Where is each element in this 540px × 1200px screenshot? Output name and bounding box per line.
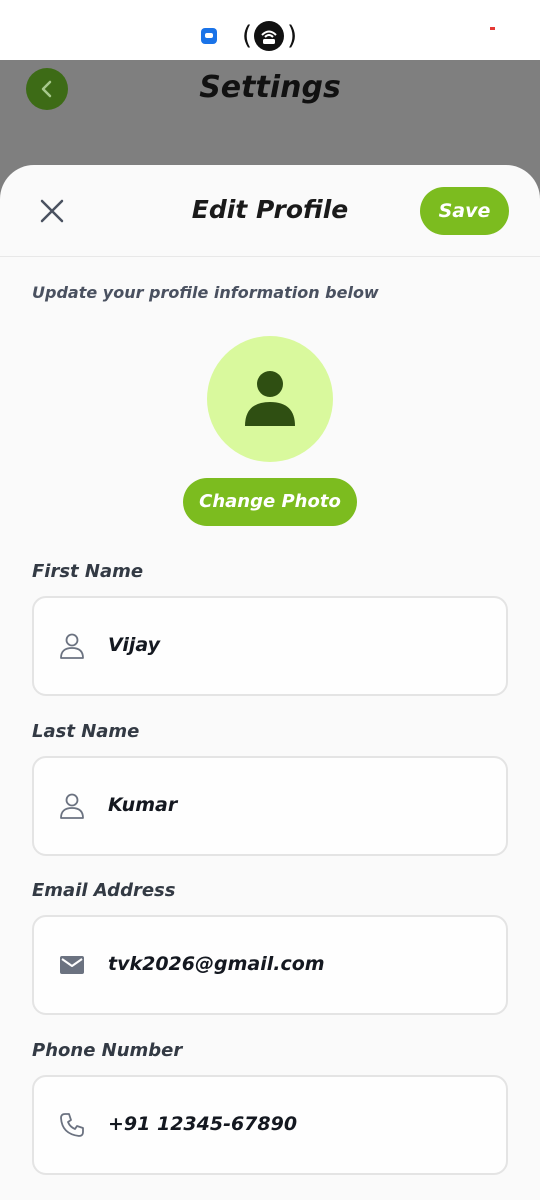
- person-icon: [245, 371, 295, 426]
- first-name-value: Vijay: [108, 634, 161, 656]
- save-button[interactable]: Save: [420, 187, 509, 235]
- phone-label: Phone Number: [32, 1040, 183, 1061]
- mail-icon: [60, 956, 84, 974]
- status-bar: ( ): [0, 0, 540, 60]
- last-name-value: Kumar: [108, 794, 178, 816]
- phone-icon: [60, 1113, 84, 1137]
- avatar[interactable]: [207, 336, 333, 462]
- sheet-header: Edit Profile Save: [0, 165, 540, 257]
- email-label: Email Address: [32, 880, 176, 901]
- email-value: tvk2026@gmail.com: [108, 953, 325, 975]
- status-indicator-dot: [490, 27, 495, 30]
- person-outline-icon: [60, 793, 84, 819]
- app-notification-icon: [201, 28, 217, 44]
- hotspot-icon: ( ): [242, 21, 298, 51]
- edit-profile-sheet: Edit Profile Save Update your profile in…: [0, 165, 540, 1200]
- background-page-title: Settings: [199, 70, 341, 105]
- phone-field[interactable]: +91 12345-67890: [32, 1075, 508, 1175]
- first-name-field[interactable]: Vijay: [32, 596, 508, 696]
- last-name-label: Last Name: [32, 721, 140, 742]
- last-name-field[interactable]: Kumar: [32, 756, 508, 856]
- change-photo-button[interactable]: Change Photo: [183, 478, 357, 526]
- person-outline-icon: [60, 633, 84, 659]
- first-name-label: First Name: [32, 561, 144, 582]
- email-field[interactable]: tvk2026@gmail.com: [32, 915, 508, 1015]
- sheet-subtitle: Update your profile information below: [32, 283, 379, 302]
- phone-value: +91 12345-67890: [108, 1113, 298, 1135]
